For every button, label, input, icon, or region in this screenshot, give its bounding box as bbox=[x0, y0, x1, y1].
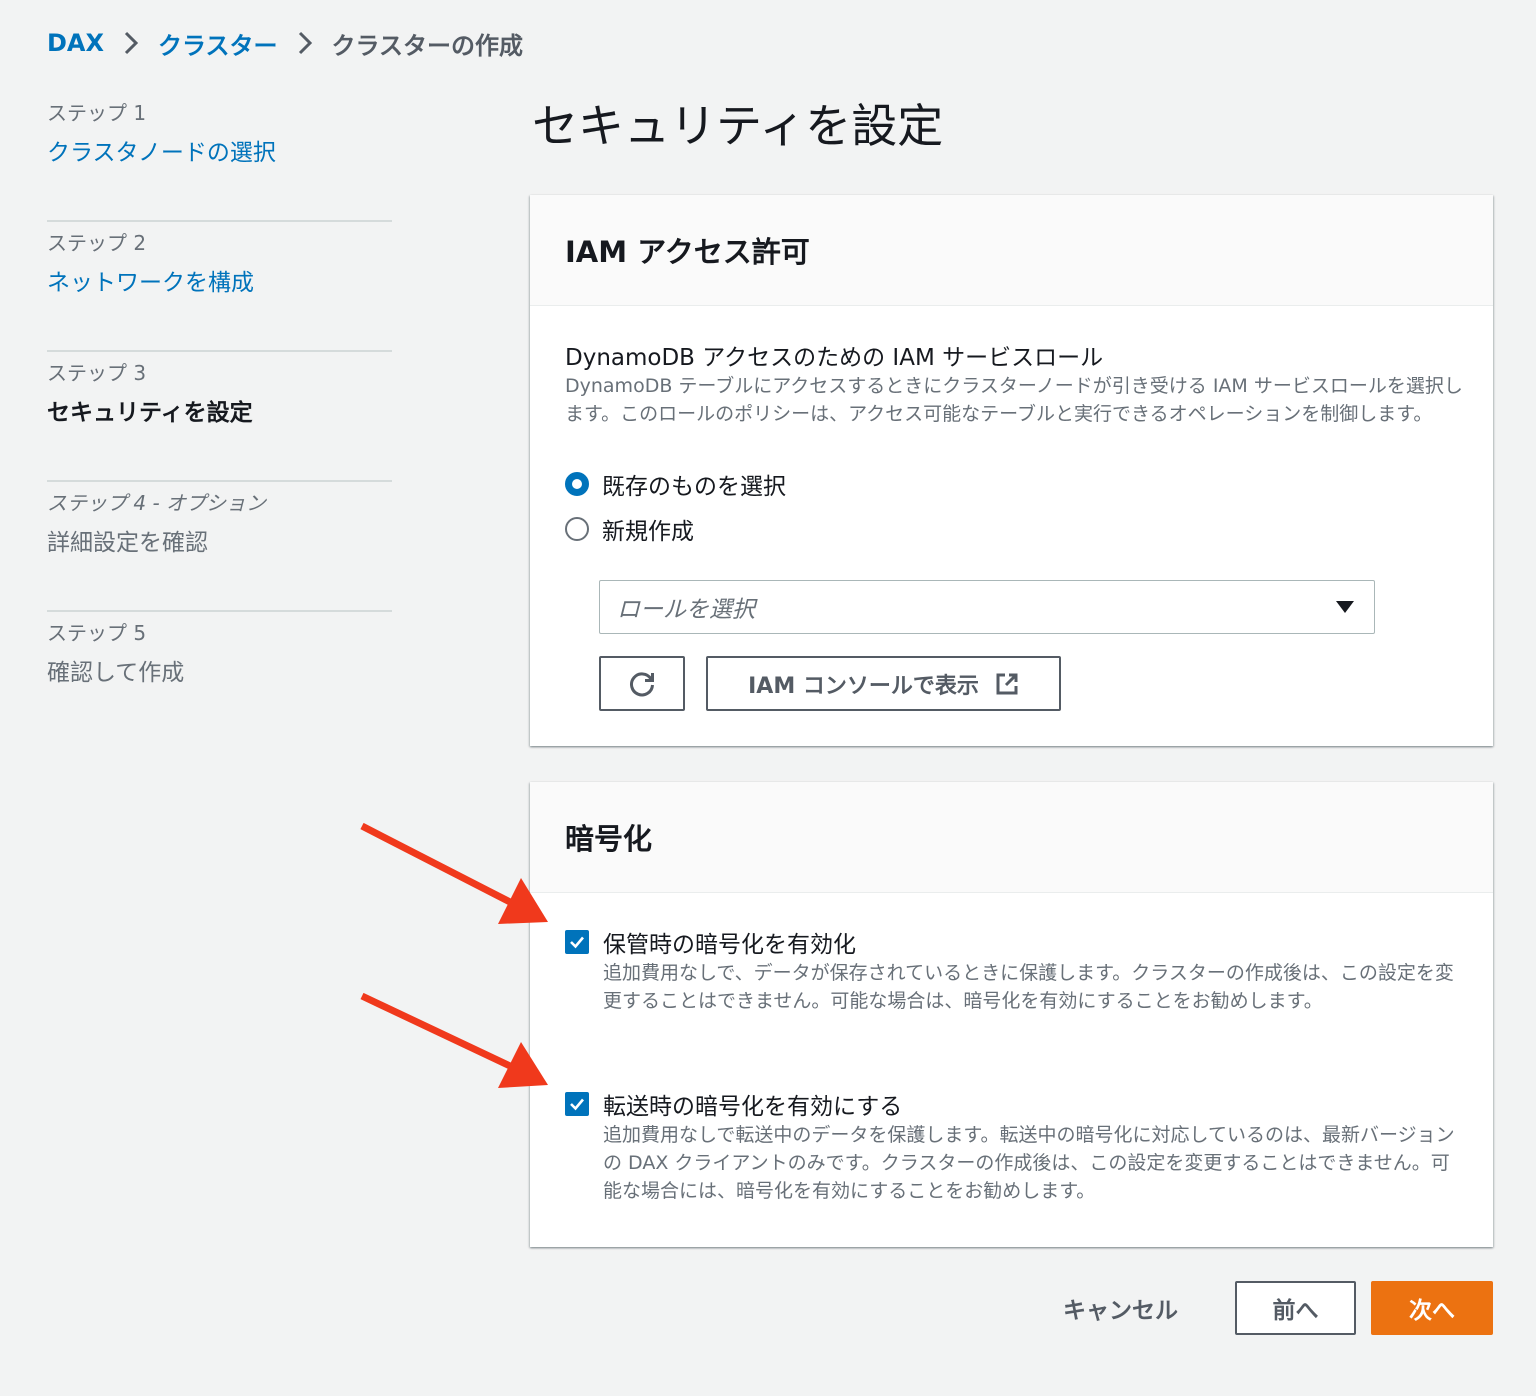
step-label: ステップ 3 bbox=[47, 361, 147, 385]
iam-role-description: DynamoDB テーブルにアクセスするときにクラスターノードが引き受ける IA… bbox=[565, 375, 1463, 425]
breadcrumb-dax-link[interactable]: DAX bbox=[47, 29, 104, 57]
checkbox-label: 保管時の暗号化を有効化 bbox=[603, 932, 856, 958]
radio-label: 新規作成 bbox=[602, 519, 694, 545]
iam-console-button-label: IAM コンソールで表示 bbox=[748, 673, 979, 699]
next-button[interactable]: 次へ bbox=[1371, 1281, 1493, 1335]
iam-permissions-panel: IAM アクセス許可 DynamoDB アクセスのための IAM サービスロール… bbox=[530, 195, 1493, 746]
encryption-in-transit-description: 追加費用なしで転送中のデータを保護します。転送中の暗号化に対応しているのは、最新… bbox=[603, 1124, 1455, 1202]
previous-button[interactable]: 前へ bbox=[1235, 1281, 1356, 1335]
chevron-right-icon bbox=[104, 30, 158, 56]
checkbox-encryption-in-transit[interactable]: 転送時の暗号化を有効にする bbox=[565, 1087, 902, 1121]
radio-button-selected[interactable] bbox=[565, 472, 589, 496]
checkmark-icon bbox=[570, 936, 584, 949]
checkbox-checked[interactable] bbox=[565, 930, 589, 954]
radio-button[interactable] bbox=[565, 517, 589, 541]
step-2: ステップ 2 ネットワークを構成 bbox=[47, 222, 392, 352]
iam-role-label: DynamoDB アクセスのための IAM サービスロール bbox=[565, 345, 1104, 371]
role-select-placeholder: ロールを選択 bbox=[617, 597, 755, 623]
checkmark-icon bbox=[570, 1098, 584, 1111]
step-label: ステップ 5 bbox=[47, 621, 147, 645]
step-4-title: 詳細設定を確認 bbox=[47, 530, 208, 556]
step-1-link[interactable]: クラスタノードの選択 bbox=[47, 136, 392, 170]
checkbox-label: 転送時の暗号化を有効にする bbox=[603, 1094, 903, 1120]
step-3-current: セキュリティを設定 bbox=[47, 400, 253, 426]
step-label: ステップ 2 bbox=[47, 231, 147, 255]
breadcrumb-current: クラスターの作成 bbox=[331, 31, 524, 60]
refresh-button[interactable] bbox=[599, 656, 685, 711]
checkbox-checked[interactable] bbox=[565, 1092, 589, 1116]
step-3: ステップ 3 セキュリティを設定 bbox=[47, 352, 392, 482]
radio-label: 既存のものを選択 bbox=[602, 474, 786, 500]
radio-select-existing[interactable]: 既存のものを選択 bbox=[565, 467, 786, 501]
caret-down-icon bbox=[1336, 601, 1354, 613]
step-5-title: 確認して作成 bbox=[47, 660, 185, 686]
refresh-icon bbox=[630, 671, 654, 696]
encryption-at-rest-description: 追加費用なしで、データが保存されているときに保護します。クラスターの作成後は、こ… bbox=[603, 962, 1454, 1012]
step-label: ステップ 4 - オプション bbox=[47, 491, 267, 515]
panel-header: 暗号化 bbox=[530, 782, 1493, 893]
chevron-right-icon bbox=[278, 30, 332, 56]
encryption-panel: 暗号化 保管時の暗号化を有効化 追加費用なしで、データが保存されているときに保護… bbox=[530, 782, 1493, 1247]
panel-header: IAM アクセス許可 bbox=[530, 195, 1493, 306]
annotation-arrow-icon bbox=[360, 992, 548, 1088]
annotation-arrow-icon bbox=[360, 822, 548, 924]
iam-console-button[interactable]: IAM コンソールで表示 bbox=[706, 656, 1061, 711]
wizard-steps-nav: ステップ 1 クラスタノードの選択 ステップ 2 ネットワークを構成 ステップ … bbox=[47, 92, 392, 742]
checkbox-encryption-at-rest[interactable]: 保管時の暗号化を有効化 bbox=[565, 925, 856, 959]
page-title: セキュリティを設定 bbox=[532, 99, 944, 153]
step-label: ステップ 1 bbox=[47, 101, 147, 125]
step-5: ステップ 5 確認して作成 bbox=[47, 612, 392, 742]
breadcrumb: DAX クラスター クラスターの作成 bbox=[47, 26, 523, 60]
breadcrumb-cluster-link[interactable]: クラスター bbox=[158, 26, 278, 61]
step-4: ステップ 4 - オプション 詳細設定を確認 bbox=[47, 482, 392, 612]
radio-create-new[interactable]: 新規作成 bbox=[565, 512, 694, 546]
step-2-link[interactable]: ネットワークを構成 bbox=[47, 266, 392, 300]
external-link-icon bbox=[995, 672, 1019, 696]
role-select[interactable]: ロールを選択 bbox=[599, 580, 1375, 634]
step-1: ステップ 1 クラスタノードの選択 bbox=[47, 92, 392, 222]
cancel-button[interactable]: キャンセル bbox=[1063, 1290, 1178, 1326]
